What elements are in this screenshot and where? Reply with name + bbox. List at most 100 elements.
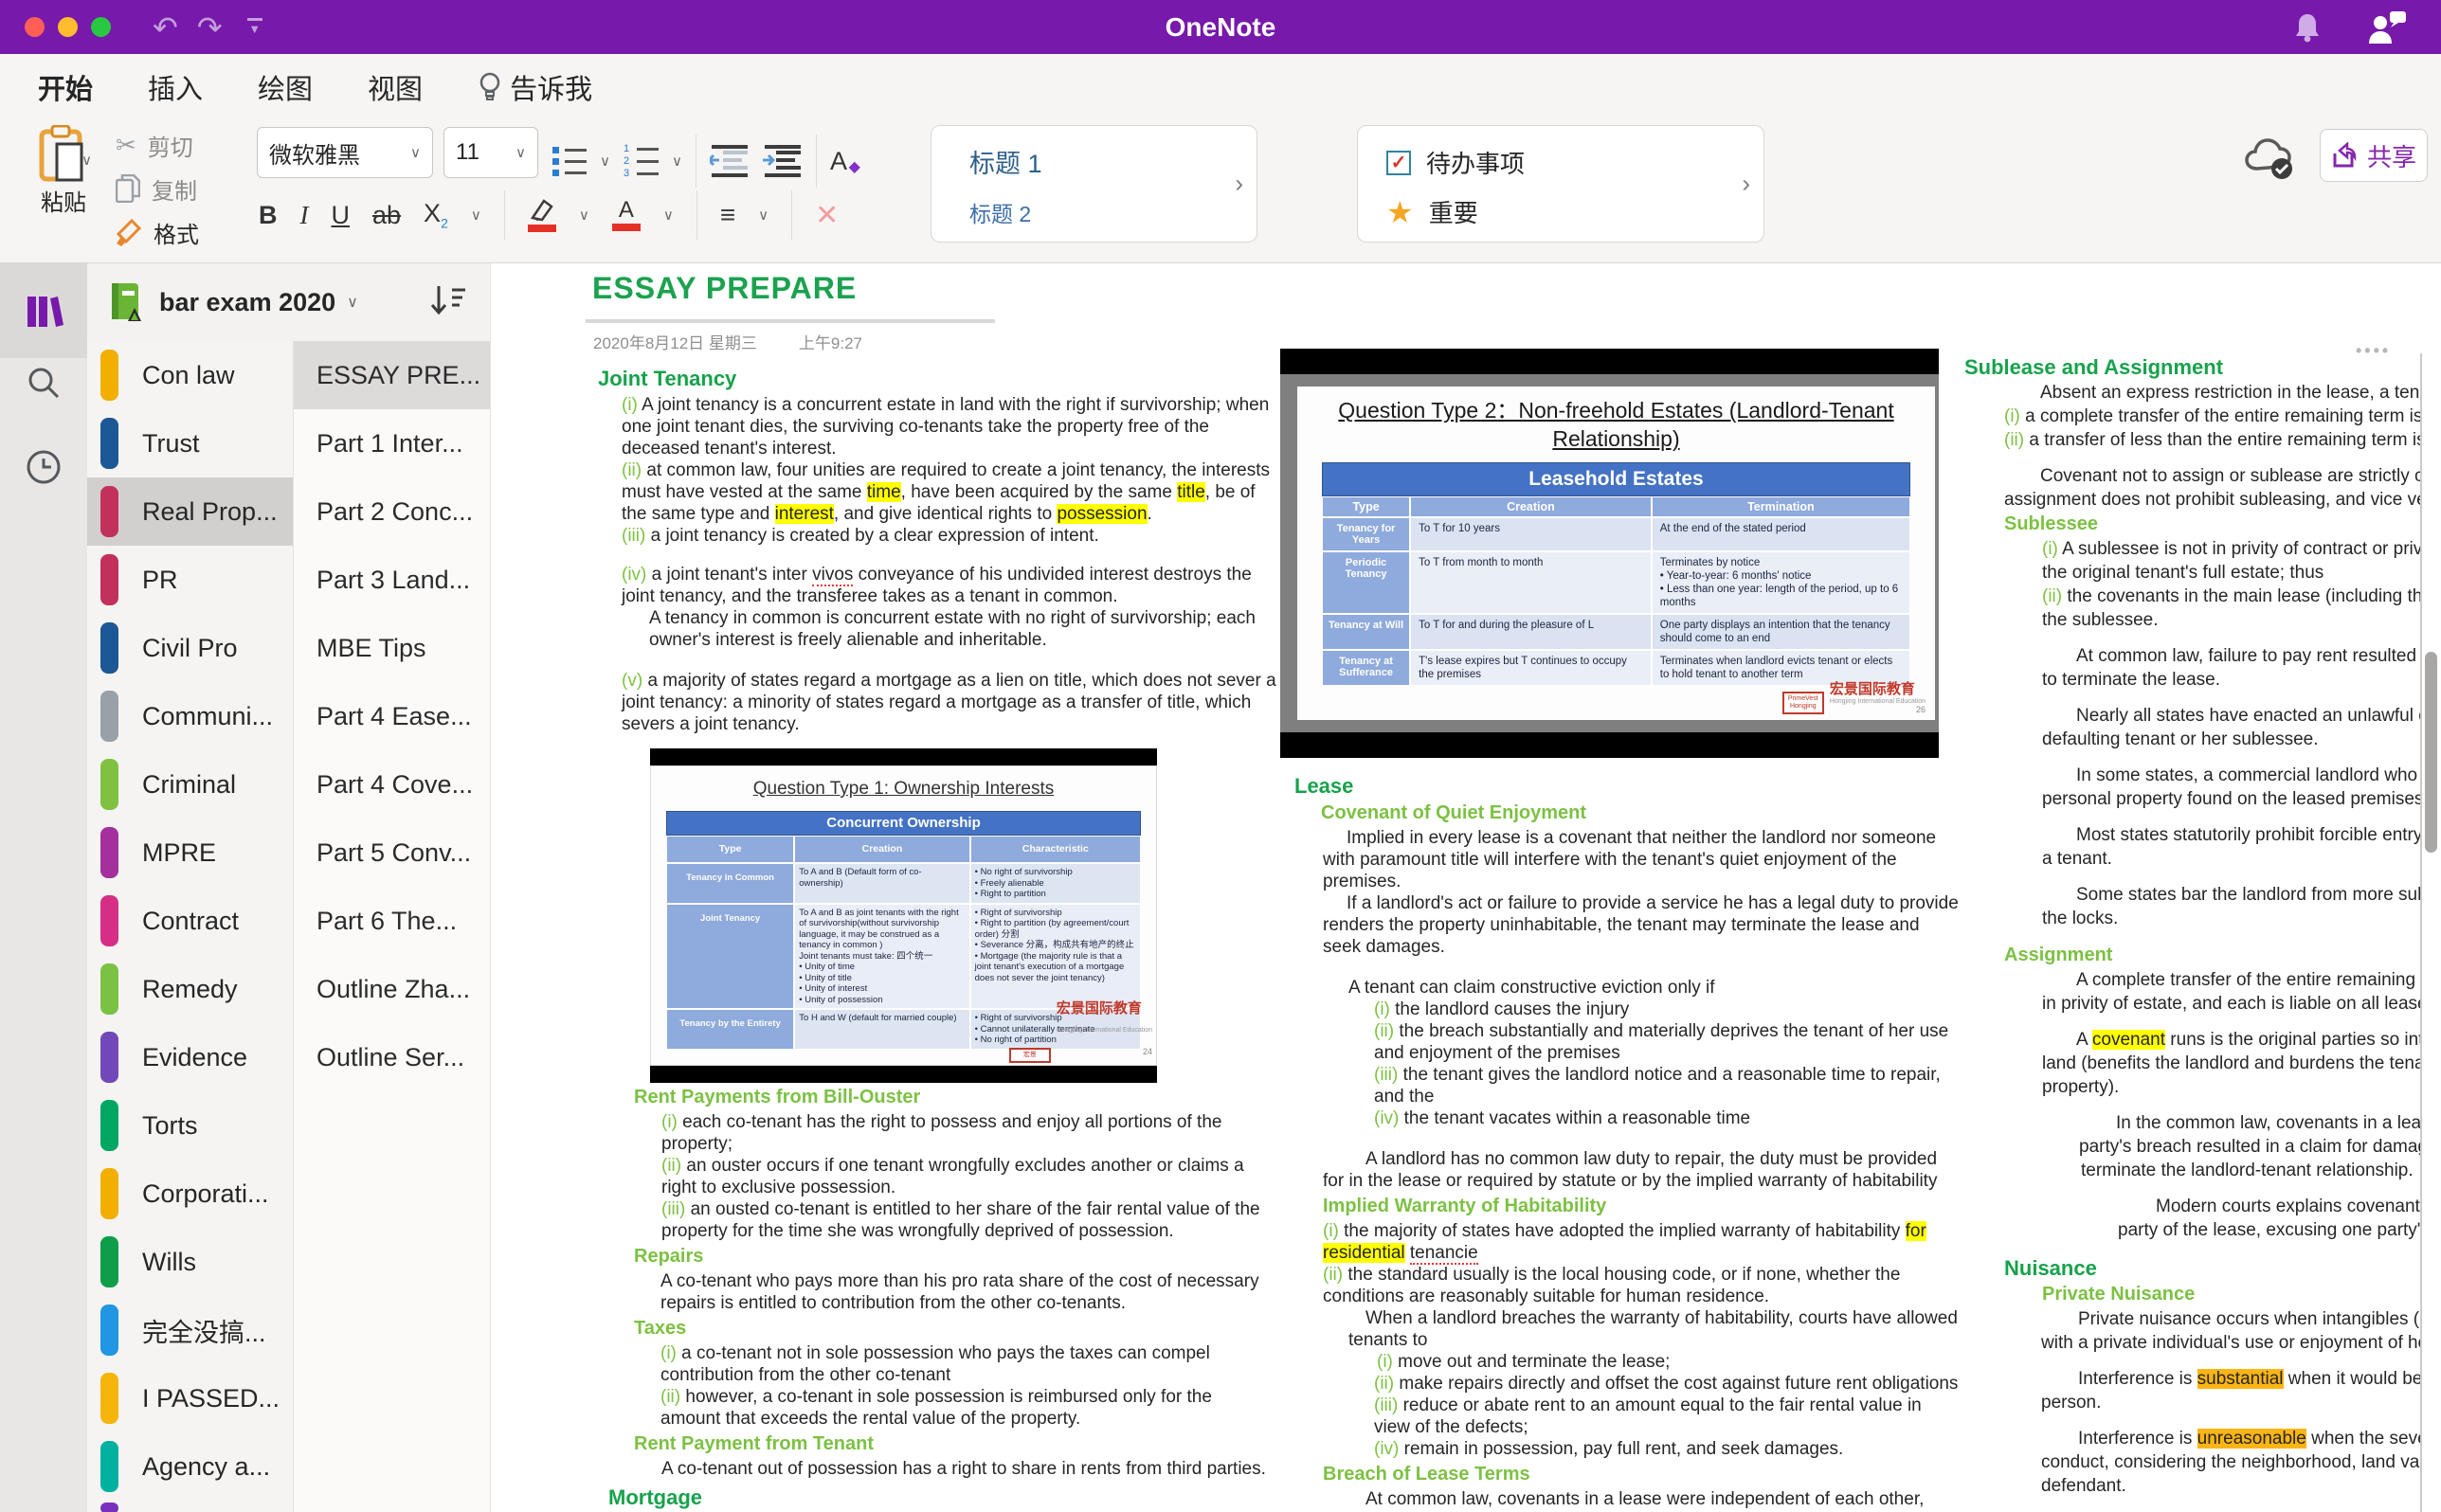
bullet-list-icon[interactable]	[552, 146, 587, 176]
bullet-list-chevron[interactable]: ∨	[600, 153, 610, 170]
tags-gallery[interactable]: ✓ 待办事项 ★ 重要 ›	[1357, 125, 1764, 243]
font-color-chevron[interactable]: ∨	[663, 207, 674, 224]
page-title[interactable]: ESSAY PREPARE	[592, 271, 857, 306]
minimize-window-button[interactable]	[58, 17, 78, 37]
slide1-watermark: 宏景 宏景国际教育 Hongjing International Educati…	[1008, 998, 1152, 1063]
sidebar-section-item[interactable]: I PASSED...	[87, 1364, 293, 1432]
style-heading2[interactable]: 标题 2	[969, 196, 1031, 228]
sidebar-section-item[interactable]: Corporati...	[87, 1160, 293, 1228]
paragraph-alignment-chevron[interactable]: ∨	[758, 207, 768, 224]
italic-button[interactable]: I	[300, 201, 309, 230]
close-window-button[interactable]	[25, 17, 45, 37]
format-painter-button[interactable]: 格式	[116, 216, 199, 248]
font-size-select[interactable]: 11 ∨	[443, 127, 538, 178]
page-list-item[interactable]: Part 4 Cove...	[294, 750, 490, 819]
section-color-tab	[100, 963, 118, 1015]
customize-toolbar-icon[interactable]: ▼	[246, 18, 262, 36]
outdent-icon[interactable]	[709, 145, 750, 177]
style-heading1[interactable]: 标题 1	[969, 143, 1042, 180]
tab-insert[interactable]: 插入	[148, 67, 203, 107]
sidebar-section-item[interactable]: Con law	[87, 341, 293, 409]
share-button[interactable]: 共享	[2320, 129, 2428, 182]
sidebar-section-item[interactable]: Contract	[87, 887, 293, 955]
zoom-window-button[interactable]	[91, 17, 111, 37]
page-list-item[interactable]: ESSAY PRE...	[294, 341, 490, 409]
paste-button[interactable]: 粘贴	[23, 125, 104, 217]
table-header-cell: Creation	[794, 836, 970, 863]
numbered-list-icon[interactable]: 123	[624, 144, 659, 179]
tag-todo[interactable]: ✓ 待办事项	[1386, 145, 1525, 180]
indent-icon[interactable]	[762, 145, 803, 177]
table-cell: Periodic Tenancy	[1322, 551, 1411, 614]
subscript-button[interactable]: X2	[424, 199, 448, 230]
sidebar-section-item[interactable]: Evidence	[87, 1023, 293, 1091]
page-list-item[interactable]: MBE Tips	[294, 614, 490, 682]
page-list-item[interactable]: Part 3 Land...	[294, 546, 490, 614]
page-canvas[interactable]: ESSAY PREPARE 2020年8月12日 星期三 上午9:27 Joint…	[490, 263, 2441, 1512]
sort-pages-icon[interactable]	[429, 282, 467, 318]
cut-button[interactable]: ✂ 剪切	[116, 129, 199, 161]
embedded-slide-image-2[interactable]: Question Type 2：Non-freehold Estates (La…	[1280, 349, 1939, 758]
sidebar-section-item[interactable]: Torts	[87, 1091, 293, 1160]
text-column-middle[interactable]: Lease Covenant of Quiet Enjoyment Implied …	[1290, 768, 1959, 1512]
sidebar-section-item[interactable]: Agency a...	[87, 1432, 293, 1501]
tab-view[interactable]: 视图	[368, 67, 423, 107]
notebook-title[interactable]: bar exam 2020	[159, 288, 335, 317]
sidebar-section-item[interactable]: Criminal	[87, 750, 293, 819]
bold-button[interactable]: B	[259, 201, 278, 230]
page-list-item[interactable]: Part 6 The...	[294, 887, 490, 955]
sidebar-section-item[interactable]: Real Prop...	[87, 477, 293, 546]
paragraph-alignment-icon[interactable]: ≡	[720, 200, 735, 230]
sidebar-section-item[interactable]: 完全没搞...	[87, 1296, 293, 1364]
page-list-item[interactable]: Part 4 Ease...	[294, 682, 490, 750]
tags-gallery-chevron[interactable]: ›	[1742, 170, 1750, 199]
page-list-item[interactable]: Part 1 Inter...	[294, 409, 490, 477]
numbered-list-chevron[interactable]: ∨	[672, 153, 682, 170]
text-column-right[interactable]: Sublease and Assignment Absent an express…	[1960, 353, 2422, 1512]
sidebar-section-item[interactable]: Remedy	[87, 955, 293, 1023]
table-cell: To A and B as joint tenants with the rig…	[794, 903, 970, 1009]
embedded-slide-image-1[interactable]: Question Type 1: Ownership Interests Con…	[650, 748, 1157, 1083]
page-list-item[interactable]: Outline Ser...	[294, 1023, 490, 1091]
font-color-button[interactable]: A	[611, 198, 641, 231]
slide1-bottom-bar	[650, 1065, 1157, 1083]
underline-button[interactable]: U	[332, 201, 351, 230]
redo-icon[interactable]: ↷	[197, 12, 223, 43]
subscript-chevron[interactable]: ∨	[471, 207, 481, 224]
sidebar-section-item[interactable]: Trust	[87, 409, 293, 477]
font-name-select[interactable]: 微软雅黑 ∨	[257, 127, 433, 178]
tab-tell-me[interactable]: 告诉我	[478, 67, 592, 107]
undo-icon[interactable]: ↶	[153, 12, 178, 43]
sidebar-section-item[interactable]	[87, 1501, 293, 1512]
sidebar-section-item[interactable]: PR	[87, 546, 293, 614]
sidebar-section-item[interactable]: Civil Pro	[87, 614, 293, 682]
highlight-color-chevron[interactable]: ∨	[579, 207, 589, 224]
page-list-item[interactable]: Outline Zha...	[294, 955, 490, 1023]
share-people-icon[interactable]	[2367, 10, 2407, 44]
paste-menu-chevron[interactable]: ∨	[81, 152, 92, 169]
notebooks-library-button[interactable]	[0, 263, 87, 358]
text-line: Nuisance	[2004, 1256, 2097, 1280]
clear-formatting-icon[interactable]: A ◆	[830, 147, 860, 176]
notifications-bell-icon[interactable]	[2293, 12, 2322, 43]
strikethrough-button[interactable]: ab	[372, 201, 401, 230]
tab-home[interactable]: 开始	[38, 67, 93, 119]
sidebar-section-item[interactable]: Wills	[87, 1228, 293, 1296]
sidebar-section-item[interactable]: Communi...	[87, 682, 293, 750]
sidebar-section-item[interactable]: MPRE	[87, 819, 293, 887]
recent-notes-button[interactable]	[0, 449, 87, 485]
highlight-color-button[interactable]	[527, 198, 556, 232]
tab-draw[interactable]: 绘图	[258, 67, 313, 107]
copy-button[interactable]: 复制	[116, 172, 199, 205]
delete-icon[interactable]: ✕	[815, 199, 839, 232]
styles-gallery-chevron[interactable]: ›	[1235, 170, 1243, 199]
styles-gallery[interactable]: 标题 1 标题 2 ›	[931, 125, 1257, 243]
page-list-item[interactable]: Part 5 Conv...	[294, 819, 490, 887]
text-column-left[interactable]: Joint Tenancy (i) A joint tenancy is a co…	[598, 361, 1276, 1512]
tag-important[interactable]: ★ 重要	[1386, 194, 1478, 229]
page-list-item[interactable]: Part 2 Conc...	[294, 477, 490, 546]
notebook-chevron-down-icon[interactable]: ∨	[347, 293, 358, 312]
search-button[interactable]	[0, 366, 87, 400]
text-line: At common law, failure to pay rent resul…	[2076, 646, 2420, 666]
vertical-scrollbar-thumb[interactable]	[2425, 652, 2437, 853]
